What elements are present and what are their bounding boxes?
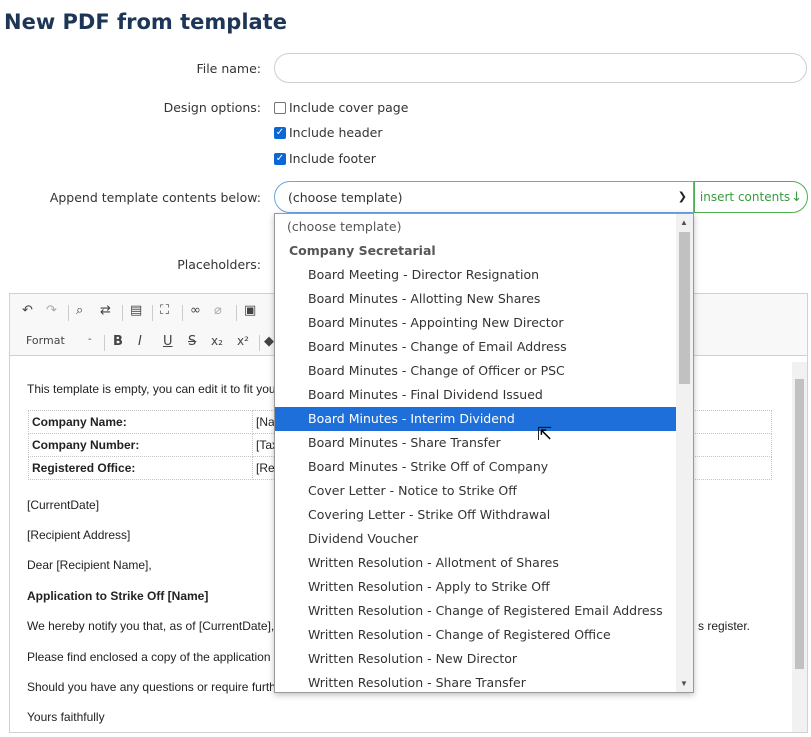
dropdown-scrollbar[interactable]: ▲ ▼ — [676, 214, 693, 692]
dropdown-option[interactable]: Written Resolution - Allotment of Shares — [275, 551, 677, 575]
file-name-input[interactable] — [274, 53, 807, 83]
maximize-icon[interactable]: ⛶ — [160, 303, 169, 318]
link-icon[interactable]: ∞ — [190, 303, 201, 318]
dropdown-option[interactable]: Board Minutes - Strike Off of Company — [275, 455, 677, 479]
arrow-down-icon: ↓ — [791, 189, 803, 205]
paragraph-1: We hereby notify you that, as of [Curren… — [27, 619, 281, 633]
superscript-button[interactable]: x² — [237, 334, 249, 348]
template-select-value: (choose template) — [288, 189, 403, 205]
design-options-label: Design options: — [163, 100, 261, 115]
current-date-text: [CurrentDate] — [27, 498, 100, 512]
strikethrough-button[interactable]: S — [188, 334, 196, 349]
salutation-text: Dear [Recipient Name], — [27, 558, 152, 572]
file-name-label: File name: — [196, 61, 261, 76]
dropdown-option[interactable]: Written Resolution - New Director — [275, 647, 677, 671]
insert-contents-label: insert contents — [699, 190, 791, 204]
dropdown-option[interactable]: Board Meeting - Director Resignation — [275, 263, 677, 287]
cover-page-label: Include cover page — [289, 100, 409, 115]
bold-button[interactable]: B — [113, 334, 123, 349]
dropdown-option[interactable]: Written Resolution - Apply to Strike Off — [275, 575, 677, 599]
dropdown-option[interactable]: Dividend Voucher — [275, 527, 677, 551]
replace-icon[interactable]: ⇄ — [100, 303, 111, 318]
header-checkbox[interactable]: ✓ — [274, 126, 286, 139]
chevron-down-icon: ❯ — [677, 190, 687, 203]
insert-contents-button[interactable]: insert contents ↓ — [694, 181, 808, 213]
dropdown-option[interactable]: Board Minutes - Share Transfer — [275, 431, 677, 455]
dropdown-scrollbar-thumb[interactable] — [679, 232, 690, 384]
paragraph-1-tail: s register. — [698, 619, 751, 633]
dropdown-option[interactable]: Written Resolution - Share Transfer — [275, 671, 677, 692]
undo-icon[interactable]: ↶ — [22, 303, 33, 318]
find-icon[interactable]: ⌕ — [76, 303, 83, 318]
select-all-icon[interactable]: ▤ — [130, 303, 142, 318]
table-cell-key: Company Number: — [28, 433, 253, 457]
dropdown-option[interactable]: Written Resolution - Change of Registere… — [275, 599, 677, 623]
mouse-cursor-icon: ⇱ — [537, 424, 553, 444]
dropdown-group-label: Company Secretarial — [289, 243, 436, 258]
intro-text: This template is empty, you can edit it … — [27, 382, 280, 396]
header-label: Include header — [289, 125, 383, 140]
page-title: New PDF from template — [4, 10, 287, 34]
footer-checkbox[interactable]: ✓ — [274, 152, 286, 165]
scroll-up-icon[interactable]: ▲ — [680, 218, 688, 227]
dropdown-option[interactable]: Board Minutes - Change of Officer or PSC — [275, 359, 677, 383]
footer-option[interactable]: ✓ Include footer — [274, 151, 376, 166]
redo-icon[interactable]: ↷ — [46, 303, 57, 318]
dropdown-option[interactable]: Written Resolution - Change of Registere… — [275, 623, 677, 647]
closing-text: Yours faithfully — [27, 710, 105, 724]
editor-scrollbar[interactable] — [792, 362, 807, 732]
table-cell-key: Company Name: — [28, 410, 253, 434]
dropdown-option[interactable]: Board Minutes - Final Dividend Issued — [275, 383, 677, 407]
dropdown-option[interactable]: Board Minutes - Interim Dividend — [275, 407, 677, 431]
letter-heading: Application to Strike Off [Name] — [27, 589, 209, 603]
dropdown-option[interactable]: Cover Letter - Notice to Strike Off — [275, 479, 677, 503]
footer-label: Include footer — [289, 151, 376, 166]
recipient-address-text: [Recipient Address] — [27, 528, 131, 542]
image-icon[interactable]: ▣ — [244, 303, 256, 318]
format-dropdown-arrow-icon: - — [88, 334, 92, 345]
underline-button[interactable]: U — [163, 334, 173, 349]
dropdown-option-placeholder[interactable]: (choose template) — [275, 215, 677, 239]
cover-page-checkbox[interactable] — [274, 101, 286, 114]
remove-format-icon[interactable]: ◆ — [264, 334, 274, 349]
format-dropdown[interactable]: Format — [26, 334, 65, 347]
placeholders-label: Placeholders: — [177, 257, 261, 272]
template-select[interactable]: (choose template) ❯ — [274, 181, 694, 213]
table-cell-key: Registered Office: — [28, 456, 253, 480]
unlink-icon[interactable]: ⌀ — [214, 303, 222, 318]
scroll-down-icon[interactable]: ▼ — [680, 679, 688, 688]
subscript-button[interactable]: x₂ — [211, 334, 223, 348]
header-option[interactable]: ✓ Include header — [274, 125, 383, 140]
dropdown-option[interactable]: Board Minutes - Allotting New Shares — [275, 287, 677, 311]
paragraph-2: Please find enclosed a copy of the appli… — [27, 650, 284, 664]
italic-button[interactable]: I — [138, 334, 142, 349]
dropdown-option[interactable]: Board Minutes - Appointing New Director — [275, 311, 677, 335]
template-dropdown-list[interactable]: (choose template) Company Secretarial Bo… — [274, 213, 694, 693]
dropdown-option[interactable]: Board Minutes - Change of Email Address — [275, 335, 677, 359]
editor-scrollbar-thumb[interactable] — [795, 379, 804, 669]
append-template-label: Append template contents below: — [49, 190, 261, 205]
dropdown-option[interactable]: Covering Letter - Strike Off Withdrawal — [275, 503, 677, 527]
paragraph-3: Should you have any questions or require… — [27, 680, 283, 694]
cover-page-option[interactable]: Include cover page — [274, 100, 408, 115]
